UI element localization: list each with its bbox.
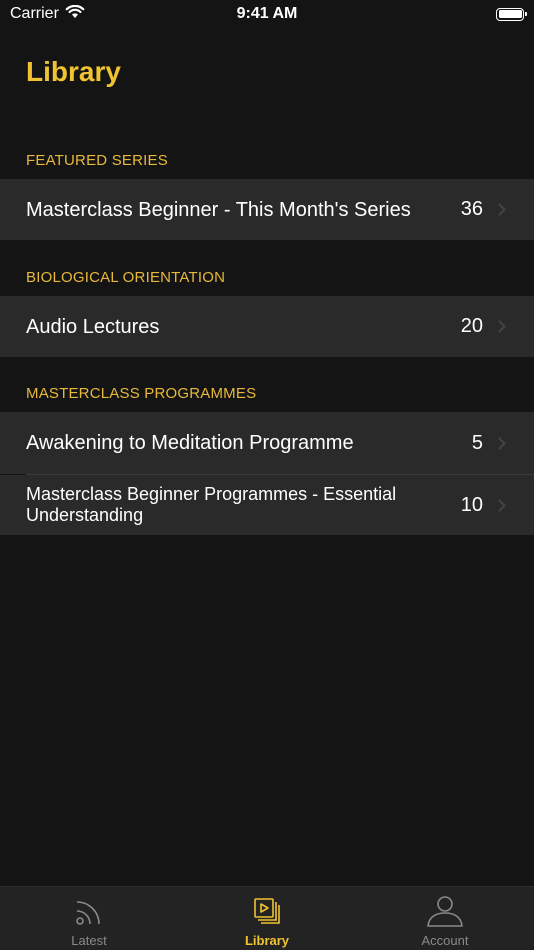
carrier-label: Carrier [10,5,59,22]
row-count: 10 [460,493,483,516]
tab-label: Account [421,933,469,948]
library-icon [251,896,283,933]
page-title: Library [26,56,121,87]
list-item-masterclass-beginner-series[interactable]: Masterclass Beginner - This Month's Seri… [0,179,534,240]
chevron-right-icon [493,436,506,450]
list-item-audio-lectures[interactable]: Audio Lectures 20 [0,296,534,357]
chevron-right-icon [493,203,506,216]
row-count: 20 [460,315,483,337]
section-header-masterclass-programmes: MASTERCLASS PROGRAMMES [26,385,257,402]
tab-library[interactable]: Library [178,887,356,950]
row-label: Masterclass Beginner - This Month's Seri… [26,198,411,221]
row-count: 36 [460,198,483,220]
section-header-featured-series: FEATURED SERIES [26,152,168,169]
chevron-right-icon [493,498,506,512]
person-icon [425,894,465,933]
rss-icon [73,896,105,933]
tab-latest[interactable]: Latest [0,887,178,950]
tab-account[interactable]: Account [356,887,534,950]
list-item-awakening-to-meditation[interactable]: Awakening to Meditation Programme 5 [0,412,534,474]
chevron-right-icon [493,320,506,333]
battery-icon [496,7,527,21]
status-left: Carrier [10,4,85,24]
row-label: Masterclass Beginner Programmes - Essent… [26,484,397,525]
library-screen: Carrier 9:41 AM Library FEATURED SERIES … [0,0,534,950]
tab-bar: Latest Library Account [0,886,534,950]
row-label: Awakening to Meditation Programme [26,432,354,454]
section-header-biological-orientation: BIOLOGICAL ORIENTATION [26,269,226,286]
row-label: Audio Lectures [26,315,160,338]
wifi-icon [65,4,85,24]
row-count: 5 [471,431,483,454]
list-item-masterclass-beginner-programmes[interactable]: Masterclass Beginner Programmes - Essent… [0,475,534,535]
tab-label: Latest [71,933,107,948]
status-bar: Carrier [0,0,534,28]
tab-label: Library [244,933,290,948]
